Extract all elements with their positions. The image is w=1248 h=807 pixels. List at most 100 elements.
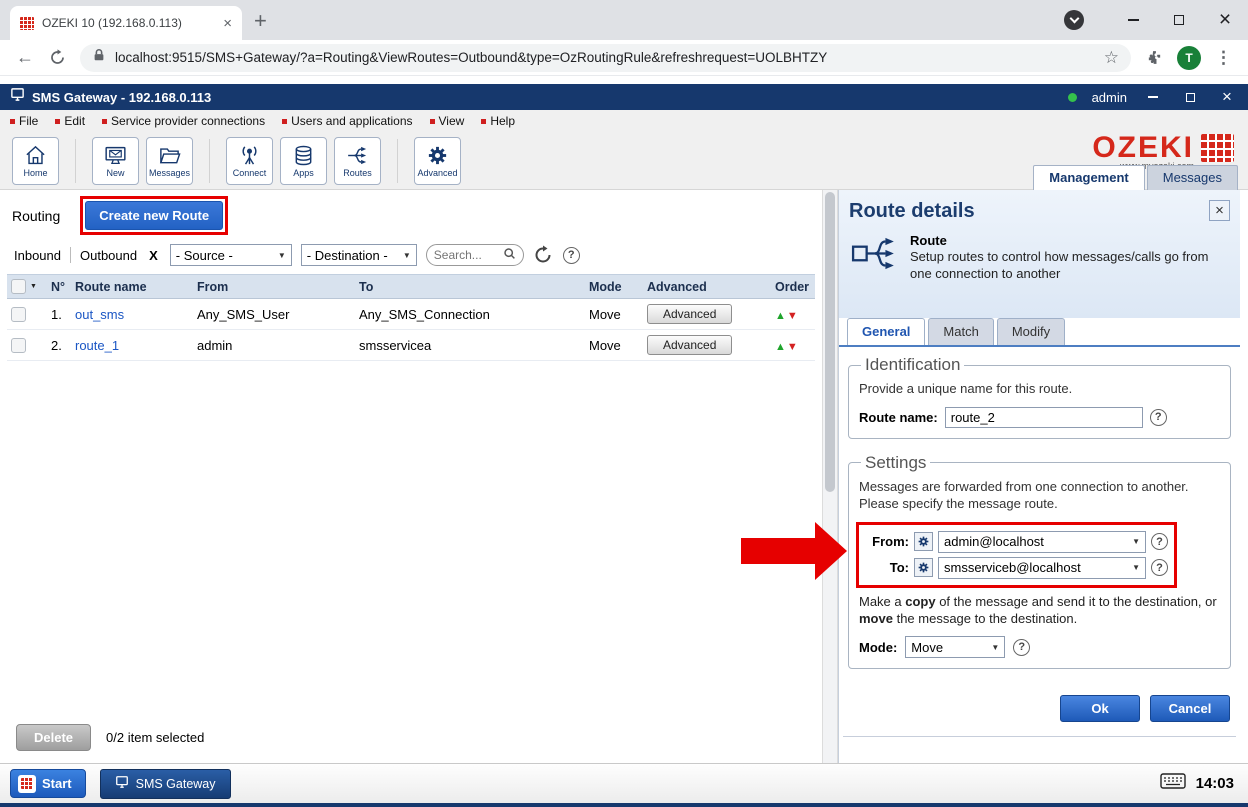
- help-icon[interactable]: ?: [1150, 409, 1167, 426]
- antenna-icon: [238, 144, 261, 167]
- chevron-down-icon[interactable]: ▼: [30, 283, 37, 290]
- toolbar-button-apps[interactable]: Apps: [280, 137, 327, 185]
- table-row[interactable]: 2. route_1 admin smsservicea Move Advanc…: [7, 330, 815, 361]
- taskbar-item-sms-gateway[interactable]: SMS Gateway: [100, 769, 231, 799]
- col-advanced[interactable]: Advanced: [643, 275, 771, 299]
- close-icon[interactable]: ×: [1209, 200, 1230, 221]
- url-text[interactable]: localhost:9515/SMS+Gateway/?a=Routing&Vi…: [115, 50, 1095, 65]
- browser-tabstrip: OZEKI 10 (192.168.0.113) × + ×: [0, 0, 1248, 40]
- app-window-icon: [10, 87, 25, 107]
- col-to[interactable]: To: [355, 275, 585, 299]
- home-icon: [24, 144, 47, 167]
- browser-close-button[interactable]: ×: [1202, 0, 1248, 40]
- app-minimize-button[interactable]: [1142, 87, 1164, 107]
- help-icon[interactable]: ?: [1151, 559, 1168, 576]
- cancel-button[interactable]: Cancel: [1150, 695, 1230, 722]
- toolbar-button-messages[interactable]: Messages: [146, 137, 193, 185]
- back-icon[interactable]: ←: [10, 43, 40, 73]
- filter-inbound[interactable]: Inbound: [14, 248, 61, 263]
- bookmark-star-icon[interactable]: ☆: [1104, 48, 1119, 68]
- col-number[interactable]: N°: [47, 275, 71, 299]
- row-checkbox[interactable]: [11, 338, 26, 353]
- col-order[interactable]: Order: [771, 275, 815, 299]
- toolbar-button-connect[interactable]: Connect: [226, 137, 273, 185]
- order-down-icon[interactable]: ▼: [787, 341, 798, 353]
- browser-menu-icon[interactable]: ⋮: [1215, 48, 1232, 68]
- route-name-input[interactable]: [945, 407, 1143, 428]
- col-mode[interactable]: Mode: [585, 275, 643, 299]
- order-down-icon[interactable]: ▼: [787, 310, 798, 322]
- app-maximize-button[interactable]: [1179, 87, 1201, 107]
- route-name-link[interactable]: out_sms: [75, 307, 124, 322]
- logged-in-user[interactable]: admin: [1092, 90, 1127, 105]
- browser-maximize-button[interactable]: [1156, 0, 1202, 40]
- to-connection-select[interactable]: smsserviceb@localhost▼: [938, 557, 1146, 579]
- search-input[interactable]: [434, 248, 500, 262]
- filter-outbound[interactable]: Outbound: [80, 248, 137, 263]
- row-checkbox[interactable]: [11, 307, 26, 322]
- toolbar-button-advanced[interactable]: Advanced: [414, 137, 461, 185]
- annotation-arrow: [741, 522, 847, 580]
- tab-general[interactable]: General: [847, 318, 925, 345]
- delete-button[interactable]: Delete: [16, 724, 91, 751]
- tab-messages[interactable]: Messages: [1147, 165, 1238, 190]
- create-new-route-button[interactable]: Create new Route: [85, 201, 223, 230]
- order-up-icon[interactable]: ▲: [775, 310, 786, 322]
- keyboard-tray-icon[interactable]: [1160, 773, 1186, 794]
- chevron-down-icon: ▼: [403, 251, 411, 260]
- clear-filter-button[interactable]: X: [146, 248, 161, 263]
- clock[interactable]: 14:03: [1196, 775, 1234, 792]
- lock-icon[interactable]: [92, 48, 106, 67]
- toolbar-button-home[interactable]: Home: [12, 137, 59, 185]
- scrollbar-thumb[interactable]: [825, 192, 835, 492]
- browser-minimize-button[interactable]: [1110, 0, 1156, 40]
- source-filter-select[interactable]: - Source -▼: [170, 244, 292, 266]
- help-icon[interactable]: ?: [1013, 639, 1030, 656]
- menu-service-provider-connections[interactable]: Service provider connections: [102, 114, 265, 128]
- tab-modify[interactable]: Modify: [997, 318, 1065, 345]
- tab-close-icon[interactable]: ×: [223, 16, 232, 31]
- tab-match[interactable]: Match: [928, 318, 993, 345]
- refresh-list-button[interactable]: [533, 245, 554, 266]
- start-button[interactable]: Start: [10, 769, 86, 798]
- menu-file[interactable]: File: [10, 114, 38, 128]
- menu-view[interactable]: View: [430, 114, 465, 128]
- toolbar-button-new[interactable]: New: [92, 137, 139, 185]
- app-close-button[interactable]: ×: [1216, 87, 1238, 107]
- new-tab-button[interactable]: +: [254, 10, 267, 32]
- route-to: smsservicea: [355, 330, 585, 361]
- toolbar-button-routes[interactable]: Routes: [334, 137, 381, 185]
- help-icon[interactable]: ?: [1151, 533, 1168, 550]
- tab-favicon: [20, 17, 34, 30]
- url-bar[interactable]: localhost:9515/SMS+Gateway/?a=Routing&Vi…: [80, 44, 1131, 72]
- menu-users-and-applications[interactable]: Users and applications: [282, 114, 412, 128]
- browser-status-icon[interactable]: [1064, 10, 1084, 30]
- help-icon[interactable]: ?: [563, 247, 580, 264]
- menu-help[interactable]: Help: [481, 114, 515, 128]
- col-from[interactable]: From: [193, 275, 355, 299]
- ozeki-start-icon: [18, 775, 36, 793]
- browser-tab[interactable]: OZEKI 10 (192.168.0.113) ×: [10, 6, 242, 40]
- refresh-icon[interactable]: [42, 43, 72, 73]
- page-margin: [0, 76, 1248, 84]
- order-up-icon[interactable]: ▲: [775, 341, 786, 353]
- advanced-button[interactable]: Advanced: [647, 335, 732, 355]
- ok-button[interactable]: Ok: [1060, 695, 1140, 722]
- profile-avatar[interactable]: T: [1177, 46, 1201, 70]
- select-all-checkbox[interactable]: [11, 279, 26, 294]
- destination-filter-select[interactable]: - Destination -▼: [301, 244, 417, 266]
- vertical-scrollbar[interactable]: [822, 190, 838, 763]
- table-row[interactable]: 1. out_sms Any_SMS_User Any_SMS_Connecti…: [7, 299, 815, 330]
- advanced-button[interactable]: Advanced: [647, 304, 732, 324]
- col-route-name[interactable]: Route name: [71, 275, 193, 299]
- route-details-panel: Route details × Route Setup routes to co…: [838, 190, 1240, 763]
- settings-fieldset: Settings Messages are forwarded from one…: [848, 453, 1231, 670]
- route-name-link[interactable]: route_1: [75, 338, 119, 353]
- extensions-puzzle-icon[interactable]: [1139, 43, 1169, 73]
- from-connection-select[interactable]: admin@localhost▼: [938, 531, 1146, 553]
- menu-edit[interactable]: Edit: [55, 114, 85, 128]
- mode-select[interactable]: Move▼: [905, 636, 1005, 658]
- route-mode: Move: [585, 299, 643, 330]
- tab-management[interactable]: Management: [1033, 165, 1144, 190]
- annotation-box-from-to: From: admin@localhost▼ ? To: smsserviceb…: [856, 522, 1177, 588]
